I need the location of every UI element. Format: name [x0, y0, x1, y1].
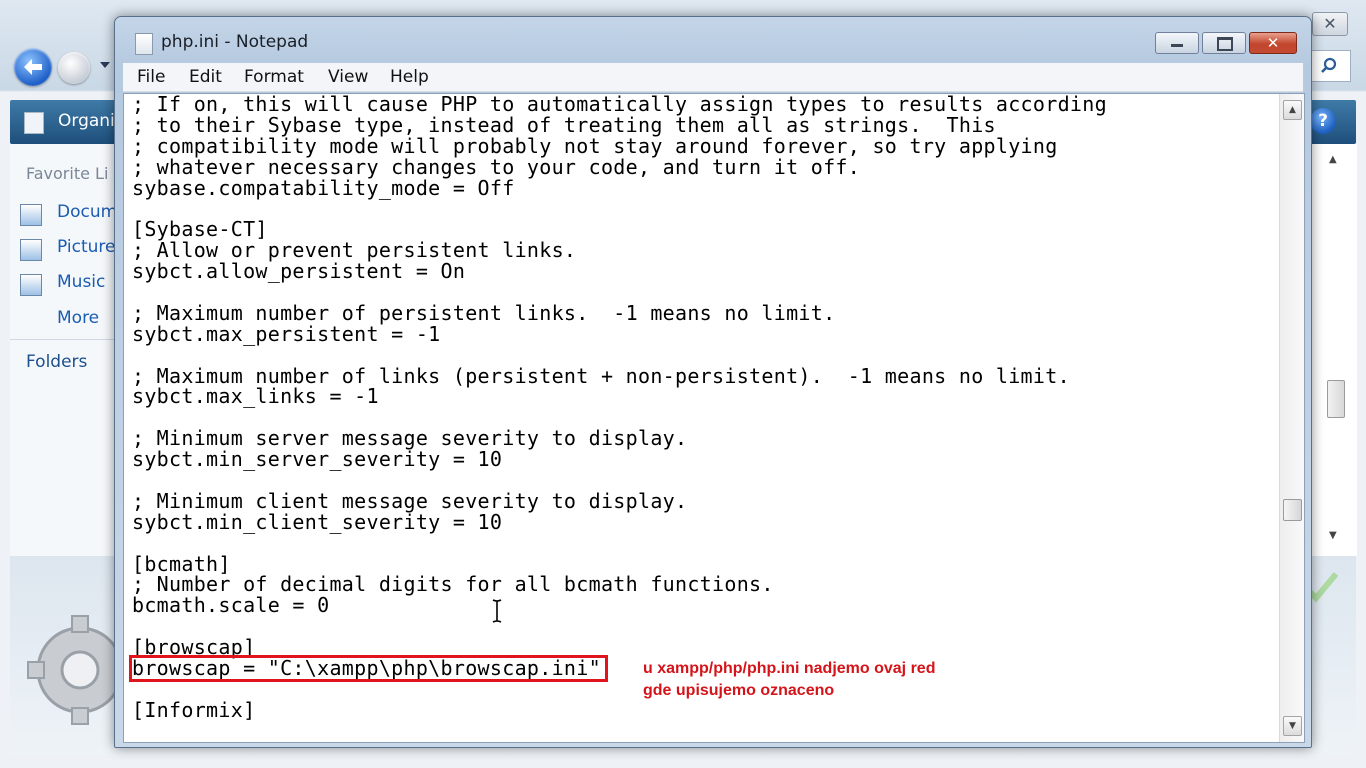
text-line	[132, 282, 1107, 303]
organize-button[interactable]: Organi	[58, 111, 115, 131]
text-line: ; compatibility mode will probably not s…	[132, 133, 1058, 158]
text-line: ; If on, this will cause PHP to automati…	[132, 93, 1107, 116]
pictures-icon	[20, 239, 42, 261]
organize-icon	[24, 112, 44, 134]
minimize-button[interactable]	[1155, 32, 1199, 54]
explorer-close-button[interactable]: ✕	[1312, 12, 1348, 36]
text-line	[132, 407, 1107, 428]
text-line	[132, 616, 1107, 637]
menu-bar: File Edit Format View Help	[123, 63, 1303, 92]
scroll-thumb[interactable]	[1327, 380, 1345, 418]
nav-item-label: Picture	[57, 237, 116, 257]
text-line: ; Maximum number of links (persistent + …	[132, 363, 1070, 388]
text-editor[interactable]: ; If on, this will cause PHP to automati…	[123, 93, 1305, 743]
forward-button[interactable]	[58, 52, 90, 84]
text-line: sybct.min_server_severity = 10	[132, 447, 503, 472]
text-line: ; Number of decimal digits for all bcmat…	[132, 572, 774, 597]
maximize-button[interactable]	[1202, 32, 1246, 54]
search-icon	[1321, 57, 1337, 73]
text-line: sybct.min_client_severity = 10	[132, 509, 503, 534]
text-line: [browscap]	[132, 635, 256, 660]
scroll-thumb[interactable]	[1283, 499, 1302, 521]
close-icon: ✕	[1266, 34, 1280, 52]
history-dropdown-icon[interactable]	[100, 62, 110, 68]
nav-item-label: More	[57, 308, 100, 328]
menu-edit[interactable]: Edit	[189, 67, 222, 87]
text-line: ; Minimum client message severity to dis…	[132, 488, 688, 513]
text-line	[132, 345, 1107, 366]
menu-file[interactable]: File	[137, 67, 165, 87]
nav-item-label: Docum	[57, 202, 118, 222]
text-line: bcmath.scale = 0	[132, 593, 330, 618]
search-button[interactable]	[1308, 50, 1351, 82]
scroll-down-icon[interactable]: ▼	[1329, 530, 1337, 541]
text-line	[132, 470, 1107, 491]
text-line: sybct.max_links = -1	[132, 384, 379, 409]
text-line: sybct.max_persistent = -1	[132, 321, 441, 346]
music-icon	[20, 274, 42, 296]
explorer-scrollbar[interactable]: ▲ ▼	[1310, 144, 1357, 556]
text-line: ; Minimum server message severity to dis…	[132, 426, 688, 451]
scroll-up-icon[interactable]: ▲	[1283, 100, 1302, 120]
notepad-icon	[135, 33, 153, 55]
text-line: [Sybase-CT]	[132, 217, 268, 242]
menu-format[interactable]: Format	[244, 67, 304, 87]
pane-divider	[10, 339, 114, 340]
text-line: ; Maximum number of persistent links. -1…	[132, 300, 836, 325]
gear-icon	[27, 615, 120, 725]
scroll-down-icon[interactable]: ▼	[1283, 716, 1302, 736]
text-line	[132, 198, 1107, 219]
highlighted-line: browscap = "C:\xampp\php\browscap.ini"	[129, 655, 608, 682]
text-line: [Informix]	[132, 697, 256, 722]
text-line: ; to their Sybase type, instead of treat…	[132, 112, 996, 137]
folders-toggle[interactable]: Folders	[26, 352, 87, 372]
vertical-scrollbar[interactable]: ▲ ▼	[1279, 94, 1304, 742]
text-line: ; Allow or prevent persistent links.	[132, 238, 577, 263]
menu-help[interactable]: Help	[390, 67, 429, 87]
help-icon[interactable]: ?	[1310, 108, 1336, 134]
text-cursor-icon	[492, 599, 502, 623]
menu-view[interactable]: View	[328, 67, 368, 87]
notepad-window: php.ini - Notepad ✕ File Edit Format Vie…	[114, 16, 1312, 748]
back-button[interactable]	[14, 48, 52, 86]
scroll-up-icon[interactable]: ▲	[1329, 154, 1337, 165]
maximize-icon	[1217, 37, 1233, 51]
text-line: sybct.allow_persistent = On	[132, 259, 466, 284]
text-line	[132, 533, 1107, 554]
window-title: php.ini - Notepad	[161, 32, 309, 52]
navigation-pane: Favorite Li Docum Picture Music More Fol…	[10, 144, 124, 556]
minimize-icon	[1171, 44, 1183, 47]
close-button[interactable]: ✕	[1249, 32, 1297, 54]
back-arrow-icon	[24, 59, 42, 75]
text-line: ; whatever necessary changes to your cod…	[132, 154, 861, 179]
text-content: ; If on, this will cause PHP to automati…	[129, 93, 1107, 722]
documents-icon	[20, 204, 42, 226]
favorite-links-title: Favorite Li	[26, 164, 109, 183]
annotation-note: u xampp/php/php.ini nadjemo ovaj red gde…	[643, 660, 936, 699]
text-line: sybase.compatability_mode = Off	[132, 175, 515, 200]
text-line: [bcmath]	[132, 551, 231, 576]
nav-item-label: Music	[57, 272, 106, 292]
